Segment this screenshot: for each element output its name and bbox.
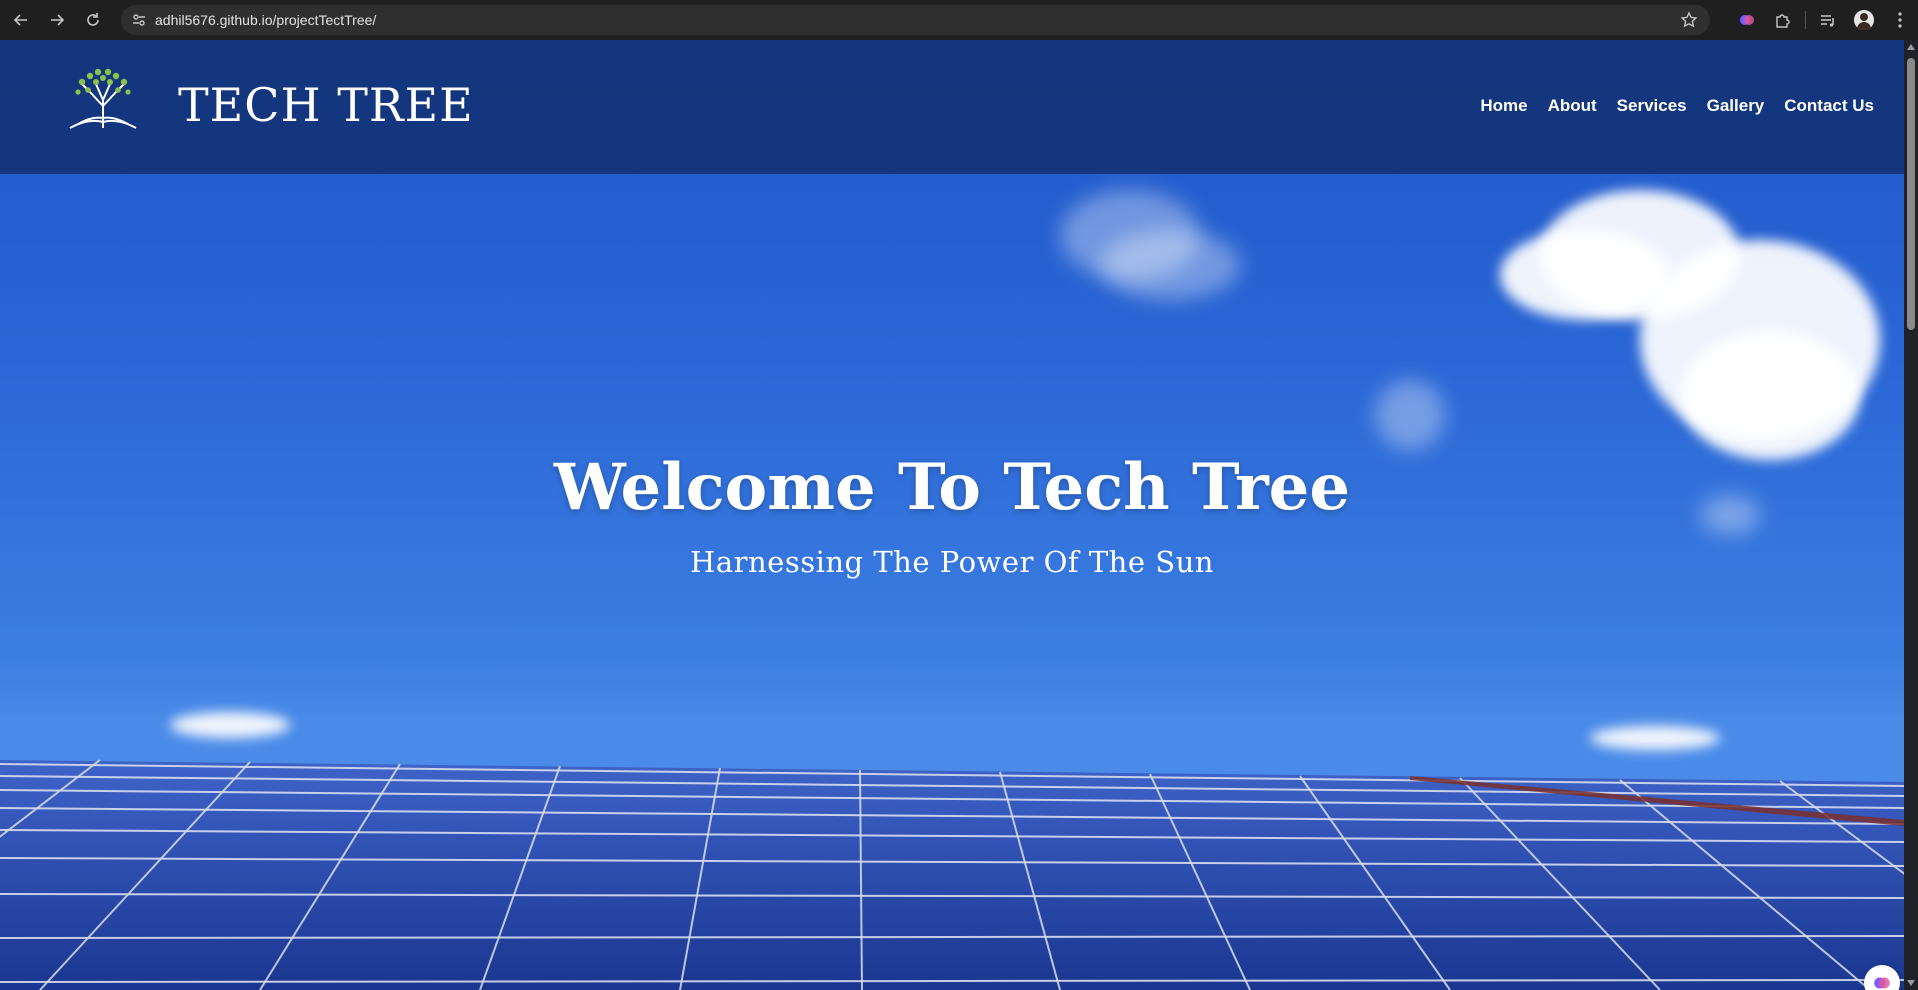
toolbar-actions — [1729, 0, 1918, 40]
forward-button[interactable] — [40, 3, 74, 37]
scrollbar-thumb[interactable] — [1907, 58, 1915, 330]
nav-services-link[interactable]: Services — [1617, 96, 1687, 116]
extensions-button[interactable] — [1765, 0, 1801, 40]
url-text[interactable]: adhil5676.github.io/projectTectTree/ — [155, 12, 376, 28]
reload-button[interactable] — [76, 3, 110, 37]
cloud-shape — [1100, 230, 1240, 300]
site-settings-icon[interactable] — [131, 12, 147, 28]
solar-panels-image — [0, 730, 1904, 990]
scroll-down-arrow[interactable] — [1907, 980, 1915, 986]
browser-toolbar: adhil5676.github.io/projectTectTree/ — [0, 0, 1918, 40]
back-arrow-icon — [13, 14, 27, 26]
cloud-shape — [1500, 230, 1670, 320]
brand-name[interactable]: TECH TREE — [178, 78, 474, 132]
toolbar-separator — [1805, 11, 1806, 29]
cloud-shape — [1680, 330, 1860, 460]
playlist-icon — [1821, 15, 1834, 27]
avatar — [1854, 10, 1874, 30]
main-nav: Home About Services Gallery Contact Us — [1480, 96, 1874, 116]
forward-arrow-icon — [51, 14, 65, 26]
bookmark-star-icon[interactable] — [1680, 11, 1698, 29]
page-viewport: TECH TREE Home About Services Gallery Co… — [0, 40, 1904, 990]
kebab-menu-icon — [1898, 12, 1902, 28]
tree-logo-icon[interactable] — [68, 66, 138, 132]
site-header: TECH TREE Home About Services Gallery Co… — [0, 40, 1904, 174]
cloud-shape — [1375, 380, 1445, 450]
reload-icon — [87, 13, 99, 26]
hero-title: Welcome To Tech Tree — [553, 450, 1351, 525]
browser-menu-button[interactable] — [1882, 0, 1918, 40]
back-button[interactable] — [4, 3, 38, 37]
brain-icon — [1874, 977, 1890, 989]
nav-contact-link[interactable]: Contact Us — [1784, 96, 1874, 116]
brain-icon — [1740, 15, 1754, 25]
nav-gallery-link[interactable]: Gallery — [1707, 96, 1765, 116]
page-scrollbar[interactable] — [1904, 40, 1918, 990]
hero-subtitle: Harnessing The Power Of The Sun — [690, 545, 1214, 579]
address-bar[interactable]: adhil5676.github.io/projectTectTree/ — [121, 5, 1710, 35]
puzzle-icon — [1776, 14, 1790, 28]
scroll-up-arrow[interactable] — [1907, 44, 1915, 50]
profile-button[interactable] — [1846, 0, 1882, 40]
nav-home-link[interactable]: Home — [1480, 96, 1527, 116]
media-control-button[interactable] — [1810, 0, 1846, 40]
nav-about-link[interactable]: About — [1548, 96, 1597, 116]
extension-brain-button[interactable] — [1729, 0, 1765, 40]
